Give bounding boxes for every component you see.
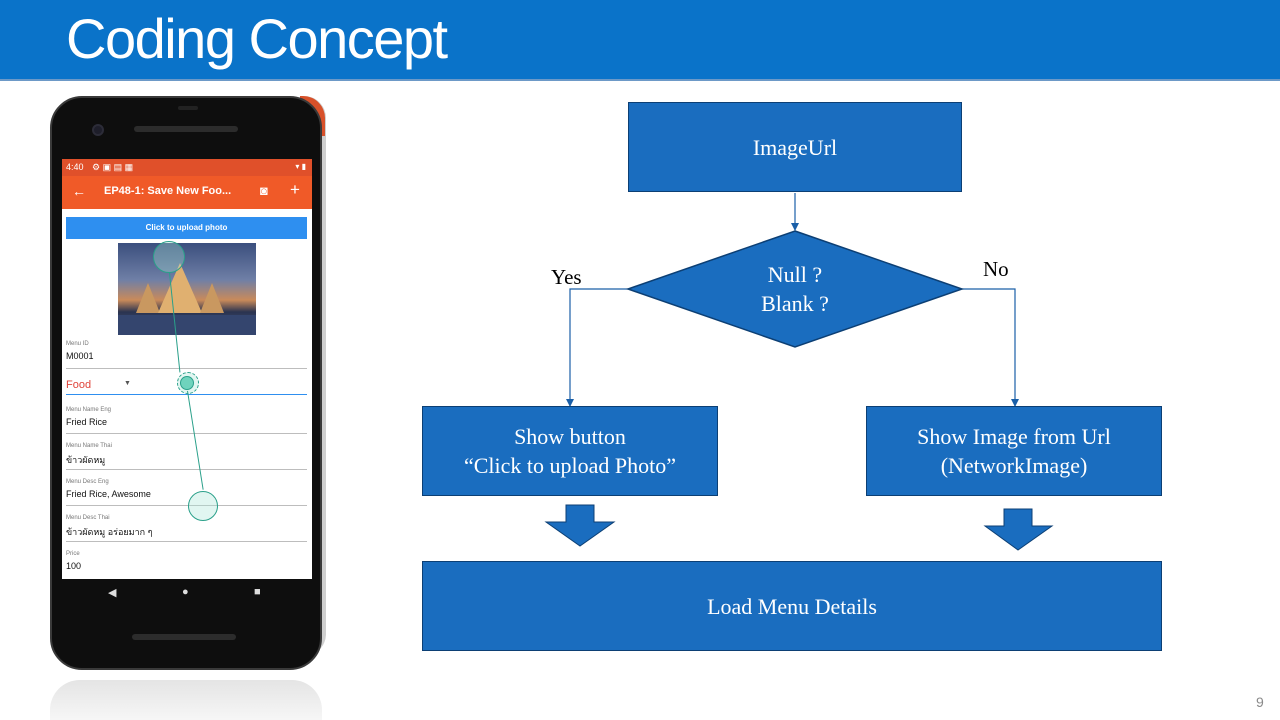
load-menu-details-text: Load Menu Details <box>707 593 877 619</box>
decision-line-2: Blank ? <box>761 291 829 316</box>
load-menu-details-box: Load Menu Details <box>422 561 1162 651</box>
decision-text: Null ? Blank ? <box>681 258 909 320</box>
show-button-box: Show button “Click to upload Photo” <box>422 406 718 496</box>
yes-label: Yes <box>551 265 582 289</box>
down-arrow-icon <box>544 504 616 547</box>
show-image-line-2: (NetworkImage) <box>940 453 1088 478</box>
decision-line-1: Null ? <box>767 262 823 287</box>
connector-yes <box>566 288 628 407</box>
down-arrow-icon <box>983 508 1054 551</box>
flow-start-box: ImageUrl <box>628 102 962 192</box>
slide-number: 9 <box>1256 694 1264 710</box>
show-button-line-2: “Click to upload Photo” <box>463 453 677 478</box>
show-image-line-1: Show Image from Url <box>917 424 1111 449</box>
show-button-line-1: Show button <box>514 424 626 449</box>
connector-no <box>962 288 1019 407</box>
flow-start-text: ImageUrl <box>752 134 838 160</box>
no-label: No <box>983 257 1009 281</box>
show-image-box: Show Image from Url (NetworkImage) <box>866 406 1162 496</box>
